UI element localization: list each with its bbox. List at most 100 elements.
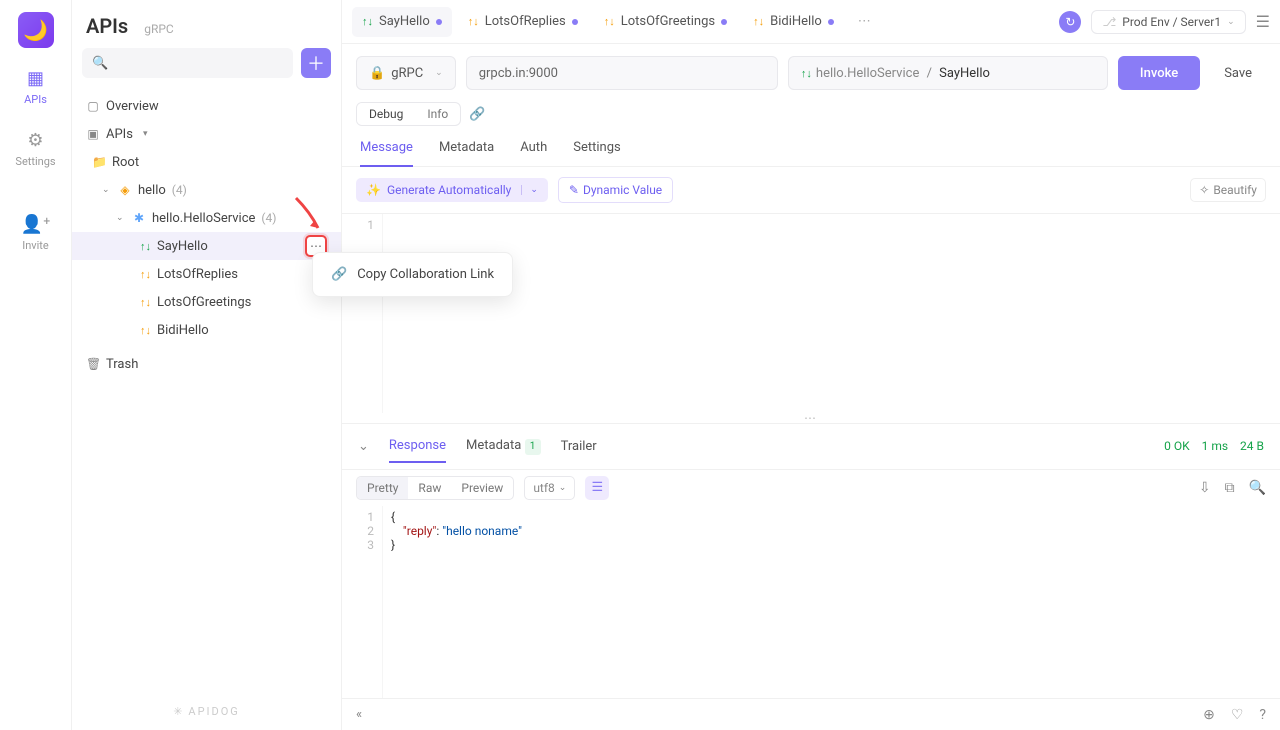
response-size: 24 B	[1240, 439, 1264, 453]
chevron-down-icon: ▾	[143, 129, 153, 139]
response-tab[interactable]: Response	[389, 430, 446, 463]
lock-icon: 🔒	[369, 66, 385, 81]
protocol-selector[interactable]: 🔒 gRPC ⌄	[356, 56, 456, 90]
unsaved-dot-icon	[721, 19, 727, 25]
tab-lotsofgreetings[interactable]: ↑↓ LotsOfGreetings	[594, 7, 737, 37]
context-menu: 🔗 Copy Collaboration Link	[312, 252, 513, 297]
chevron-down-icon: ⌄	[435, 68, 443, 78]
brand-icon: ✳	[173, 705, 184, 718]
streaming-icon: ↑↓	[140, 268, 151, 281]
footer-bar: « ⊕ ♡ ?	[342, 698, 1280, 730]
search-icon[interactable]: 🔍	[1249, 480, 1266, 496]
invite-icon: 👤⁺	[21, 214, 51, 235]
feedback-icon[interactable]: ♡	[1231, 707, 1244, 723]
help-icon[interactable]: ?	[1259, 707, 1266, 723]
apis-icon: ▣	[86, 127, 100, 141]
download-icon[interactable]: ⇩	[1199, 480, 1211, 496]
service-icon: ✱	[132, 211, 146, 225]
method-lotsofreplies[interactable]: ↑↓ LotsOfReplies	[72, 260, 341, 288]
method-lotsofgreetings[interactable]: ↑↓ LotsOfGreetings	[72, 288, 341, 316]
add-button[interactable]: ＋	[301, 48, 331, 78]
sidebar-title: APIs	[86, 14, 128, 38]
tab-sayhello[interactable]: ↑↓ SayHello	[352, 7, 452, 37]
preview-tab[interactable]: Preview	[451, 477, 513, 499]
streaming-icon: ↑↓	[140, 324, 151, 337]
encoding-selector[interactable]: utf8 ⌄	[524, 476, 575, 500]
info-tab[interactable]: Info	[415, 103, 460, 125]
gear-icon: ⚙	[27, 130, 43, 151]
link-icon[interactable]: 🔗	[469, 107, 485, 122]
debug-tab[interactable]: Debug	[357, 103, 415, 125]
status-code: 0 OK	[1164, 439, 1190, 453]
nav-invite[interactable]: 👤⁺ Invite	[17, 210, 55, 256]
apis-root-item[interactable]: ▣ APIs ▾	[72, 120, 341, 148]
response-editor[interactable]: 123 { "reply": "hello noname" }	[342, 506, 1280, 699]
far-left-nav: 🌙 ▦ APIs ⚙ Settings 👤⁺ Invite	[0, 0, 72, 730]
method-bidihello[interactable]: ↑↓ BidiHello	[72, 316, 341, 344]
nav-label: APIs	[24, 93, 47, 106]
view-segment: Debug Info	[356, 102, 461, 126]
collapse-sidebar-button[interactable]: «	[356, 707, 362, 722]
trailer-tab[interactable]: Trailer	[561, 431, 597, 462]
main-panel: ↑↓ SayHello ↑↓ LotsOfReplies ↑↓ LotsOfGr…	[342, 0, 1280, 730]
save-button[interactable]: Save	[1210, 56, 1266, 90]
service-method-selector[interactable]: ↑↓ hello.HelloService / SayHello	[788, 56, 1108, 90]
root-folder[interactable]: 📁 Root	[72, 148, 341, 176]
unary-icon: ↑↓	[362, 15, 373, 28]
filter-button[interactable]: ☰	[585, 476, 609, 500]
metadata-count-badge: 1	[525, 439, 541, 455]
sparkle-icon: ✧	[1199, 183, 1209, 197]
metadata-tab[interactable]: Metadata	[439, 140, 494, 166]
sidebar: APIs gRPC 🔍 ＋ ▢ Overview ▣ APIs ▾ 📁 Root…	[72, 0, 342, 730]
message-tab[interactable]: Message	[360, 140, 413, 167]
api-tree: ▢ Overview ▣ APIs ▾ 📁 Root ⌄ ◈ hello (4)…	[72, 88, 341, 693]
chevron-down-icon: ⌄	[116, 213, 126, 223]
generate-auto-button[interactable]: ✨ Generate Automatically ⌄	[356, 178, 548, 202]
menu-button[interactable]: ☰	[1256, 12, 1270, 31]
dynamic-value-button[interactable]: ✎ Dynamic Value	[558, 177, 673, 203]
chevron-down-icon: ⌄	[559, 483, 567, 493]
beautify-button[interactable]: ✧ Beautify	[1190, 178, 1266, 202]
invoke-button[interactable]: Invoke	[1118, 56, 1200, 90]
service-folder[interactable]: ⌄ ✱ hello.HelloService (4)	[72, 204, 341, 232]
environment-selector[interactable]: ⎇ Prod Env / Server1 ⌄	[1091, 10, 1245, 34]
notifications-icon[interactable]: ⊕	[1203, 707, 1215, 723]
settings-tab[interactable]: Settings	[573, 140, 620, 166]
request-editor[interactable]: 1	[342, 213, 1280, 413]
url-input[interactable]: grpcb.in:9000	[466, 56, 778, 90]
search-input[interactable]: 🔍	[82, 48, 293, 78]
hello-folder[interactable]: ⌄ ◈ hello (4)	[72, 176, 341, 204]
copy-link-menu-item[interactable]: 🔗 Copy Collaboration Link	[319, 259, 506, 290]
raw-tab[interactable]: Raw	[408, 477, 451, 499]
trash-item[interactable]: 🗑 Trash	[72, 350, 341, 378]
method-sayhello[interactable]: ↑↓ SayHello ⋯	[72, 232, 341, 260]
response-metadata-tab[interactable]: Metadata 1	[466, 430, 541, 463]
tabs-bar: ↑↓ SayHello ↑↓ LotsOfReplies ↑↓ LotsOfGr…	[342, 0, 1280, 44]
app-logo: 🌙	[18, 12, 54, 48]
nav-label: Invite	[22, 239, 49, 252]
nav-apis[interactable]: ▦ APIs	[20, 64, 51, 110]
tabs-more-button[interactable]: ⋯	[850, 14, 879, 29]
streaming-icon: ↑↓	[140, 296, 151, 309]
chevron-down-icon[interactable]: ⌄	[521, 185, 538, 195]
chevron-down-icon: ⌄	[102, 185, 112, 195]
brand-footer: ✳ APIDOG	[72, 693, 341, 730]
link-icon: 🔗	[331, 267, 347, 282]
collapse-response-button[interactable]: ⌄	[358, 439, 369, 454]
wand-icon: ✎	[569, 183, 579, 197]
unsaved-dot-icon	[828, 19, 834, 25]
response-time: 1 ms	[1202, 439, 1228, 453]
split-handle[interactable]: ⋯	[342, 413, 1280, 423]
pretty-tab[interactable]: Pretty	[357, 477, 408, 499]
nav-settings[interactable]: ⚙ Settings	[11, 126, 59, 172]
streaming-icon: ↑↓	[753, 15, 764, 28]
copy-icon[interactable]: ⧉	[1225, 480, 1235, 496]
sync-button[interactable]: ↻	[1059, 11, 1081, 33]
auth-tab[interactable]: Auth	[520, 140, 547, 166]
format-segment: Pretty Raw Preview	[356, 476, 514, 500]
overview-item[interactable]: ▢ Overview	[72, 92, 341, 120]
streaming-icon: ↑↓	[468, 15, 479, 28]
tab-bidihello[interactable]: ↑↓ BidiHello	[743, 7, 844, 37]
overview-icon: ▢	[86, 99, 100, 113]
tab-lotsofreplies[interactable]: ↑↓ LotsOfReplies	[458, 7, 588, 37]
